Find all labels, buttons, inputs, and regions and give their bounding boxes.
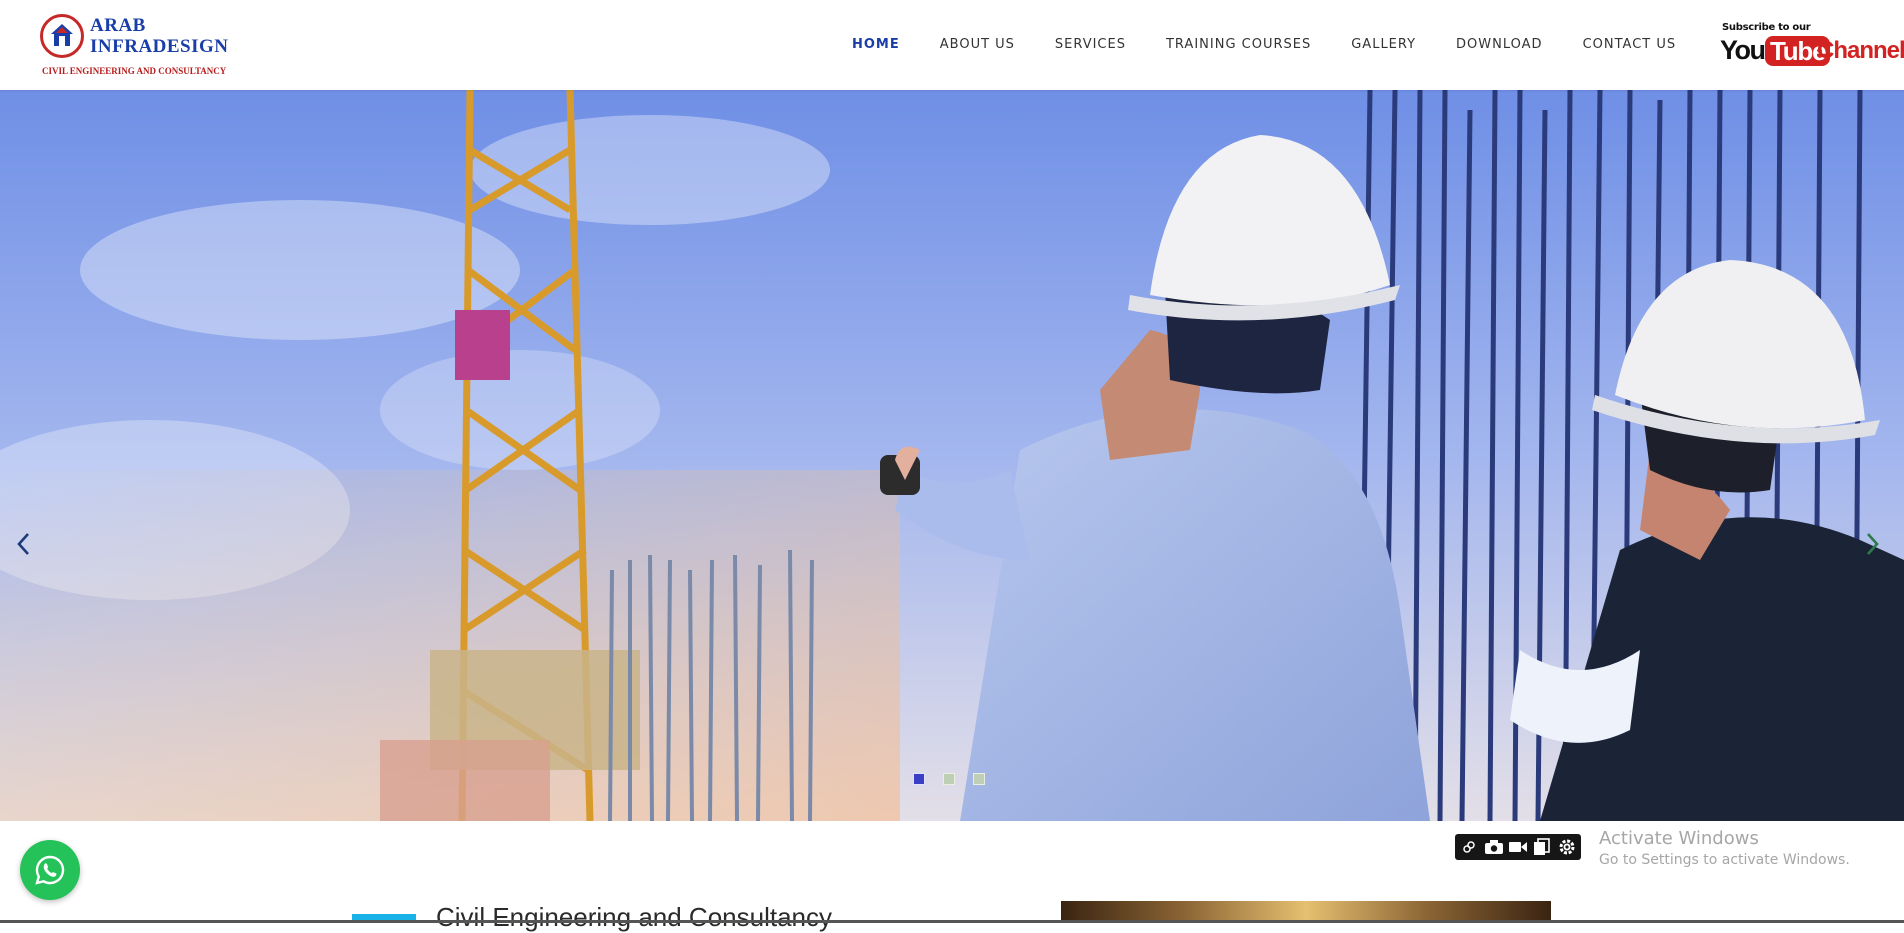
slider-next-arrow[interactable] [1862,530,1882,558]
slider-prev-arrow[interactable] [14,530,34,558]
gear-icon[interactable] [1557,837,1577,857]
windows-activation-title: Activate Windows [1599,828,1759,849]
link-icon[interactable] [1459,837,1479,857]
capture-toolbar [1455,834,1581,860]
construction-engineers-photo [0,90,1904,821]
youtube-subscribe-text: Subscribe to our [1722,22,1811,33]
video-icon[interactable] [1508,837,1528,857]
whatsapp-icon [35,855,65,885]
site-header: ARAB INFRADESIGN CIVIL ENGINEERING AND C… [0,0,1904,90]
youtube-channel-link[interactable]: Subscribe to our You Tube Channel [1720,22,1904,70]
brand-name-line2: INFRADESIGN [90,36,229,57]
nav-home[interactable]: HOME [852,37,900,52]
nav-gallery[interactable]: GALLERY [1351,37,1416,52]
slide-dot-3[interactable] [973,773,985,785]
chevron-right-icon [1867,533,1879,555]
section-title: Civil Engineering and Consultancy [436,902,833,932]
windows-activation-subtitle: Go to Settings to activate Windows. [1599,852,1850,868]
brand-tagline: CIVIL ENGINEERING AND CONSULTANCY [42,66,227,76]
hero-slider [0,90,1904,821]
nav-training-courses[interactable]: TRAINING COURSES [1166,37,1311,52]
camera-icon[interactable] [1483,837,1503,857]
nav-download[interactable]: DOWNLOAD [1456,37,1543,52]
nav-contact-us[interactable]: CONTACT US [1583,37,1677,52]
whatsapp-button[interactable] [20,840,80,900]
slide-dot-2[interactable] [943,773,955,785]
slider-pagination [913,773,1003,785]
chevron-left-icon [17,533,29,555]
youtube-channel-text: Channel [1817,37,1904,64]
copy-icon[interactable] [1532,837,1552,857]
house-logo-icon [40,14,84,58]
slide-dot-1[interactable] [913,773,925,785]
nav-services[interactable]: SERVICES [1055,37,1126,52]
main-nav: HOME ABOUT US SERVICES TRAINING COURSES … [852,37,1716,52]
nav-about-us[interactable]: ABOUT US [940,37,1015,52]
site-logo[interactable]: ARAB INFRADESIGN CIVIL ENGINEERING AND C… [38,10,228,82]
brand-name-line1: ARAB [90,15,146,36]
youtube-you-text: You [1720,35,1766,65]
